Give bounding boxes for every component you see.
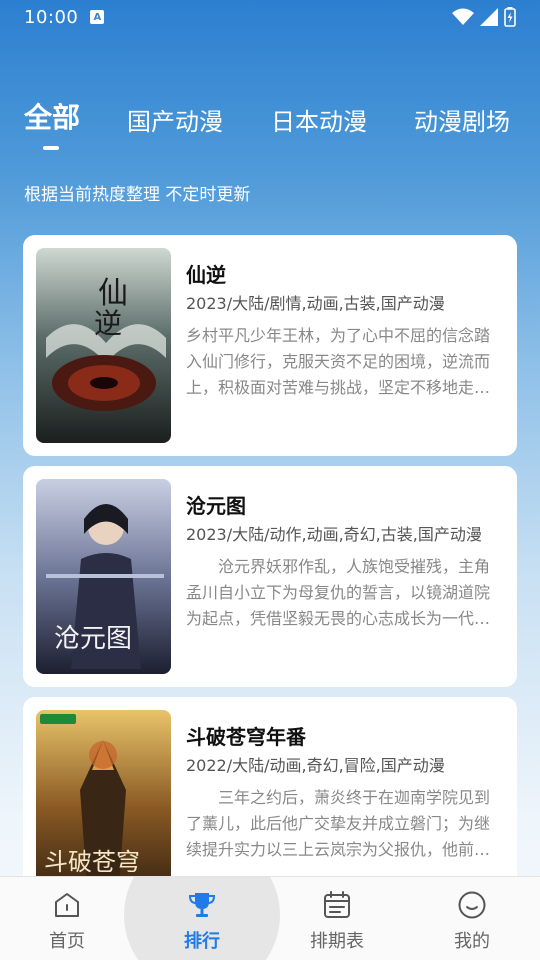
item-meta: 2022/大陆/动画,奇幻,冒险,国产动漫: [186, 756, 445, 775]
wifi-icon: [452, 8, 474, 25]
nav-ranking[interactable]: 排行: [157, 889, 247, 953]
list-item[interactable]: 沧元图 沧元图 2023/大陆/动作,动画,奇幻,古装,国产动漫 沧元界妖邪作乱…: [23, 466, 517, 687]
status-bar: 10:00 A: [0, 0, 540, 34]
item-title: 仙逆: [186, 263, 226, 287]
tab-anime-theater[interactable]: 动漫剧场: [414, 102, 510, 137]
status-time: 10:00: [24, 6, 79, 28]
item-description: 乡村平凡少年王林，为了心中不屈的信念踏入仙门修行，克服天资不足的困境，逆流而上，…: [186, 326, 491, 397]
nav-profile[interactable]: 我的: [427, 889, 517, 953]
poster-image: 仙 逆: [36, 248, 171, 443]
calendar-icon: [324, 891, 350, 918]
nav-ranking-label: 排行: [184, 931, 220, 952]
item-title: 沧元图: [186, 494, 246, 518]
item-meta: 2023/大陆/剧情,动画,古装,国产动漫: [186, 294, 445, 313]
nav-profile-label: 我的: [454, 931, 490, 952]
trophy-icon: [188, 893, 216, 917]
tab-all[interactable]: 全部: [24, 96, 80, 136]
svg-text:仙: 仙: [98, 276, 128, 311]
nav-home-label: 首页: [49, 931, 85, 952]
signal-icon: [480, 8, 498, 26]
tab-japanese-anime[interactable]: 日本动漫: [271, 102, 367, 137]
nav-schedule-label: 排期表: [310, 931, 364, 952]
bottom-navigation: 首页 排行 排期表 我的: [0, 876, 540, 960]
nav-schedule[interactable]: 排期表: [292, 889, 382, 953]
nav-home[interactable]: 首页: [22, 889, 112, 953]
item-meta: 2023/大陆/动作,动画,奇幻,古装,国产动漫: [186, 525, 482, 544]
status-icons: [452, 7, 516, 27]
item-title: 斗破苍穹年番: [186, 725, 306, 749]
battery-icon: [504, 7, 516, 27]
category-tabs: 全部 国产动漫 日本动漫 动漫剧场: [0, 96, 540, 156]
active-tab-indicator: [43, 146, 59, 150]
ranking-subtitle: 根据当前热度整理 不定时更新: [24, 185, 251, 205]
tab-domestic-anime[interactable]: 国产动漫: [127, 102, 223, 137]
svg-text:沧元图: 沧元图: [54, 624, 132, 654]
item-description: 沧元界妖邪作乱，人族饱受摧残，主角孟川自小立下为母复仇的誓言，以镜湖道院为起点，…: [186, 557, 491, 628]
ranking-list: 仙 逆 仙逆 2023/大陆/剧情,动画,古装,国产动漫 乡村平凡少年王林，为了…: [23, 235, 517, 928]
list-item[interactable]: 仙 逆 仙逆 2023/大陆/剧情,动画,古装,国产动漫 乡村平凡少年王林，为了…: [23, 235, 517, 456]
home-icon: [55, 893, 79, 917]
svg-text:斗破苍穹: 斗破苍穹: [44, 848, 140, 876]
poster-image: 沧元图: [36, 479, 171, 674]
smile-face-icon: [458, 891, 486, 919]
notification-icon: A: [90, 10, 105, 24]
svg-text:逆: 逆: [94, 307, 122, 340]
item-description: 三年之约后，萧炎终于在迦南学院见到了薰儿，此后他广交挚友并成立磐门；为继续提升实…: [186, 788, 491, 859]
